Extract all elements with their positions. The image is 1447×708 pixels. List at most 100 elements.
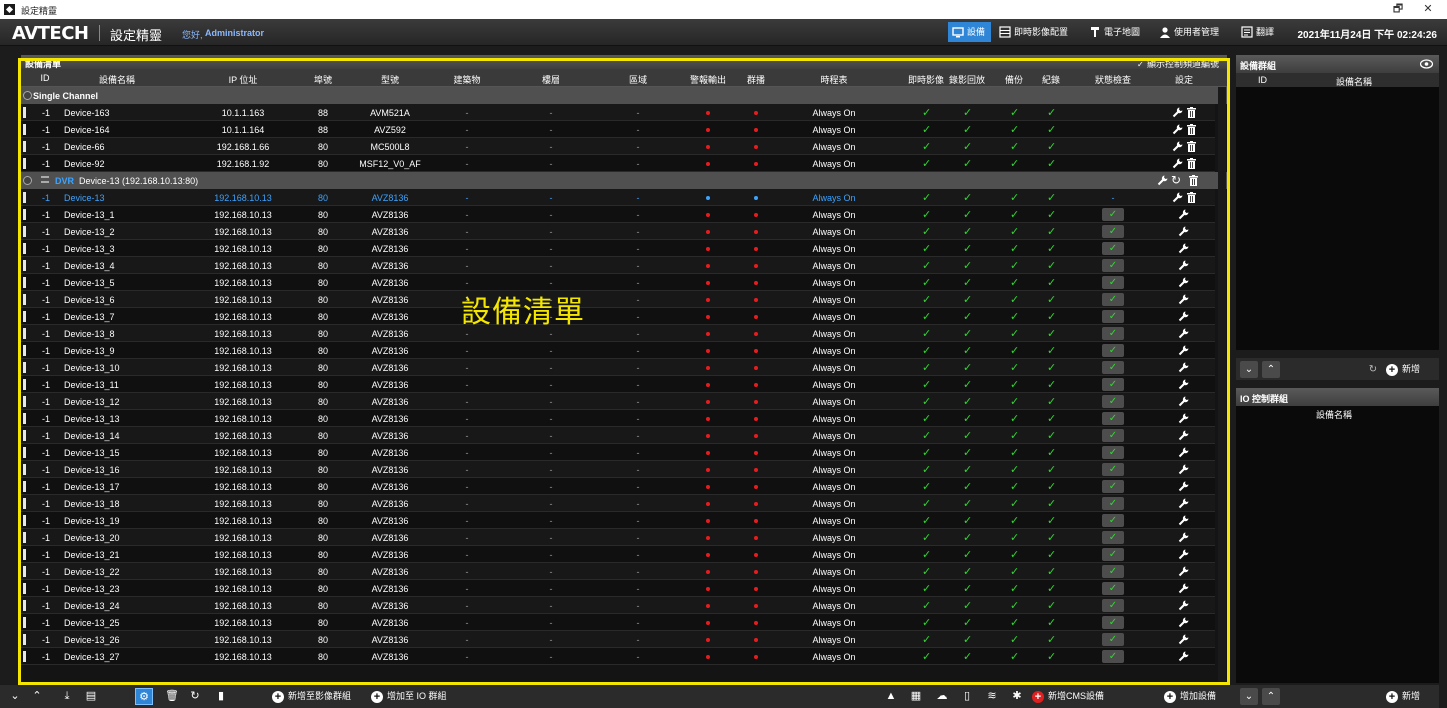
table-row[interactable]: -1 Device-13_26 192.168.10.13 80 AVZ8136- - - A… <box>21 631 1215 648</box>
status-check-button[interactable]: ✓ <box>1102 565 1124 578</box>
table-row[interactable]: -1 Device-13_25 192.168.10.13 80 AVZ8136- - - A… <box>21 614 1215 631</box>
trash-icon[interactable] <box>1187 141 1196 152</box>
phone-icon[interactable]: ▯ <box>958 688 976 705</box>
import-icon[interactable]: ⤓ <box>58 688 76 705</box>
drag-handle[interactable] <box>23 328 26 339</box>
status-check-button[interactable]: ✓ <box>1102 650 1124 663</box>
drag-handle[interactable] <box>23 209 26 220</box>
trash-icon[interactable] <box>1187 158 1196 169</box>
drag-handle[interactable] <box>23 498 26 509</box>
wrench-icon[interactable] <box>1178 260 1189 271</box>
wrench-icon[interactable] <box>1172 192 1183 203</box>
status-check-button[interactable]: ✓ <box>1102 514 1124 527</box>
status-check-button[interactable]: ✓ <box>1102 463 1124 476</box>
status-check-button[interactable]: ✓ <box>1102 531 1124 544</box>
drag-handle[interactable] <box>23 158 26 169</box>
table-row[interactable]: -1 Device-13_6 192.168.10.13 80 AVZ8136- - - Al… <box>21 291 1215 308</box>
table-row[interactable]: -1 Device-13_13 192.168.10.13 80 AVZ8136- - - A… <box>21 410 1215 427</box>
table-row[interactable]: -1 Device-13_1 192.168.10.13 80 AVZ8136- - - Al… <box>21 206 1215 223</box>
add-to-video-group-button[interactable]: + 新增至影像群組 <box>272 688 351 705</box>
nav-translate[interactable]: 翻譯 <box>1237 22 1280 42</box>
group-radio[interactable] <box>23 91 32 100</box>
chevron-down-icon[interactable]: ⌄ <box>6 688 24 705</box>
drag-handle[interactable] <box>23 481 26 492</box>
status-check-button[interactable]: ✓ <box>1102 395 1124 408</box>
wrench-icon[interactable] <box>1178 413 1189 424</box>
table-row[interactable]: -1 Device-13_3 192.168.10.13 80 AVZ8136- - - Al… <box>21 240 1215 257</box>
collapse-icon[interactable] <box>41 176 49 183</box>
wrench-icon[interactable] <box>1178 328 1189 339</box>
table-row[interactable]: -1 Device-13_21 192.168.10.13 80 AVZ8136- - - A… <box>21 546 1215 563</box>
column-header[interactable]: 埠號 <box>299 73 347 86</box>
table-row[interactable]: -1 Device-13_16 192.168.10.13 80 AVZ8136- - - A… <box>21 461 1215 478</box>
drag-handle[interactable] <box>23 617 26 628</box>
add-io-group-button[interactable]: + 新增 <box>1386 688 1420 705</box>
table-row[interactable]: -1 Device-13_4 192.168.10.13 80 AVZ8136- - - Al… <box>21 257 1215 274</box>
drag-handle[interactable] <box>23 192 26 203</box>
table-row[interactable]: -1 Device-13_5 192.168.10.13 80 AVZ8136- - - Al… <box>21 274 1215 291</box>
drag-handle[interactable] <box>23 124 26 135</box>
wrench-icon[interactable] <box>1178 362 1189 373</box>
calendar-icon[interactable]: ▦ <box>907 688 925 705</box>
table-row[interactable]: -1 Device-13_2 192.168.10.13 80 AVZ8136- - - Al… <box>21 223 1215 240</box>
table-row[interactable]: -1 Device-164 10.1.1.164 88 AVZ592- - - Always … <box>21 121 1215 138</box>
drag-handle[interactable] <box>23 294 26 305</box>
monitor-list-icon[interactable]: ▤ <box>82 688 100 705</box>
wrench-icon[interactable] <box>1178 294 1189 305</box>
table-row[interactable]: -1 Device-13_10 192.168.10.13 80 AVZ8136- - - A… <box>21 359 1215 376</box>
drag-handle[interactable] <box>23 464 26 475</box>
drag-handle[interactable] <box>23 651 26 662</box>
table-row[interactable]: -1 Device-13_27 192.168.10.13 80 AVZ8136- - - A… <box>21 648 1215 665</box>
wrench-icon[interactable] <box>1172 141 1183 152</box>
status-check-button[interactable]: ✓ <box>1102 225 1124 238</box>
table-row[interactable]: -1 Device-13_7 192.168.10.13 80 AVZ8136- - - Al… <box>21 308 1215 325</box>
drag-handle[interactable] <box>23 311 26 322</box>
drag-handle[interactable] <box>23 260 26 271</box>
wrench-icon[interactable] <box>1178 209 1189 220</box>
status-check-button[interactable]: ✓ <box>1102 548 1124 561</box>
refresh-icon[interactable]: ↻ <box>1364 361 1382 378</box>
table-scrollbar[interactable] <box>1218 87 1226 685</box>
column-header[interactable]: 時程表 <box>810 73 858 86</box>
drag-handle[interactable] <box>23 600 26 611</box>
nav-live-layout[interactable]: 即時影像配置 <box>995 22 1074 42</box>
wrench-icon[interactable] <box>1172 124 1183 135</box>
status-check-button[interactable]: ✓ <box>1102 497 1124 510</box>
add-device-button[interactable]: + 增加設備 <box>1164 688 1216 705</box>
table-row[interactable]: -1 Device-13_9 192.168.10.13 80 AVZ8136- - - Al… <box>21 342 1215 359</box>
wrench-icon[interactable] <box>1178 396 1189 407</box>
table-row[interactable]: -1 Device-13_24 192.168.10.13 80 AVZ8136- - - A… <box>21 597 1215 614</box>
column-header[interactable]: 錄影回放 <box>943 73 991 86</box>
status-check-button[interactable]: ✓ <box>1102 599 1124 612</box>
wrench-icon[interactable] <box>1178 447 1189 458</box>
drag-handle[interactable] <box>23 141 26 152</box>
trash-icon[interactable] <box>1189 175 1198 186</box>
wrench-icon[interactable] <box>1178 617 1189 628</box>
wrench-icon[interactable] <box>1178 634 1189 645</box>
trash-icon[interactable]: 🗑 <box>163 688 181 705</box>
table-row[interactable]: -1 Device-13_15 192.168.10.13 80 AVZ8136- - - A… <box>21 444 1215 461</box>
trash-icon[interactable] <box>1187 192 1196 203</box>
table-row[interactable]: -1 Device-13_23 192.168.10.13 80 AVZ8136- - - A… <box>21 580 1215 597</box>
trash-icon[interactable] <box>1187 107 1196 118</box>
status-check-button[interactable]: ✓ <box>1102 582 1124 595</box>
status-check-button[interactable]: ✓ <box>1102 327 1124 340</box>
column-header[interactable]: 設定 <box>1160 73 1208 86</box>
document-icon[interactable]: ▮ <box>212 688 230 705</box>
group-row-single-channel[interactable]: Single Channel <box>21 87 1227 104</box>
chevron-down-icon[interactable]: ⌄ <box>1240 361 1258 378</box>
column-header[interactable]: 警報輸出 <box>684 73 732 86</box>
warning-icon[interactable]: ▲ <box>882 688 900 705</box>
status-check-button[interactable]: ✓ <box>1102 378 1124 391</box>
wrench-icon[interactable] <box>1178 464 1189 475</box>
table-row[interactable]: -1 Device-13_18 192.168.10.13 80 AVZ8136- - - A… <box>21 495 1215 512</box>
column-header[interactable]: IP 位址 <box>219 73 267 86</box>
wrench-icon[interactable] <box>1178 243 1189 254</box>
wrench-icon[interactable] <box>1178 311 1189 322</box>
wrench-icon[interactable] <box>1178 566 1189 577</box>
status-check-button[interactable]: ✓ <box>1102 276 1124 289</box>
drag-handle[interactable] <box>23 277 26 288</box>
drag-handle[interactable] <box>23 549 26 560</box>
column-header[interactable]: 紀錄 <box>1027 73 1075 86</box>
chevron-up-icon[interactable]: ⌃ <box>1262 361 1280 378</box>
